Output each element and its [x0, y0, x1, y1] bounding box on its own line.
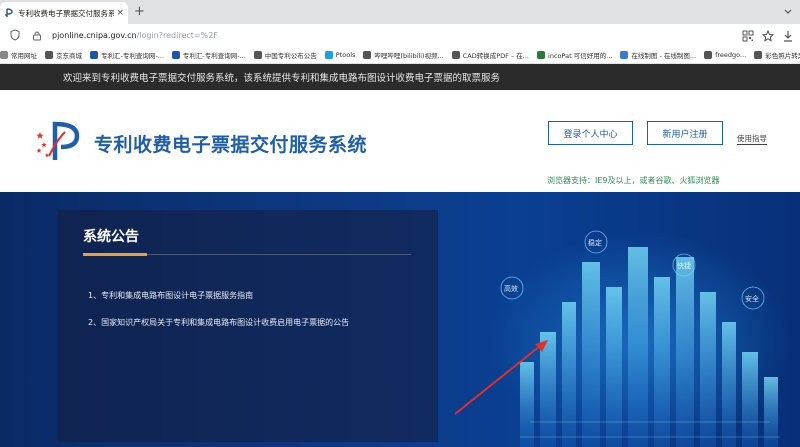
- browser-tab[interactable]: 专利收费电子票据交付服务系统 ×: [0, 2, 128, 24]
- bookmark-item[interactable]: 彩色照片转黑白在线...: [754, 50, 800, 60]
- cnipa-logo: [35, 120, 90, 160]
- announcement-item[interactable]: 1、专利和集成电路布图设计电子票据服务指南: [88, 290, 349, 301]
- bookmark-item[interactable]: 中国专利公布公告: [253, 50, 317, 60]
- announcement-list: 1、专利和集成电路布图设计电子票据服务指南 2、国家知识产权局关于专利和集成电路…: [88, 290, 349, 344]
- download-icon[interactable]: [782, 27, 794, 46]
- bookmark-item[interactable]: incoPat 可信好用的...: [537, 50, 612, 60]
- bookmark-icon: [754, 50, 763, 59]
- browser-tab-bar: 专利收费电子票据交付服务系统 × +: [0, 0, 800, 24]
- bookmark-item[interactable]: 专利汇-专利查询网-...: [171, 50, 246, 60]
- bookmark-label: freedgo...: [715, 50, 747, 59]
- bookmark-icon: [253, 50, 262, 59]
- bookmark-icon: [0, 50, 8, 59]
- url-path: /login?redirect=%2F: [136, 30, 218, 40]
- bookmark-label: 哔哩哔哩(bilibili)视频...: [374, 51, 444, 60]
- bookmark-label: 专利汇-专利查询网-...: [101, 51, 164, 60]
- close-tab-icon[interactable]: ×: [116, 8, 124, 18]
- bookmark-item[interactable]: CAD转换成PDF – 在...: [451, 50, 530, 60]
- announcement-panel: 系统公告 1、专利和集成电路布图设计电子票据服务指南 2、国家知识产权局关于专利…: [58, 210, 438, 442]
- bookmark-label: 常用网址: [11, 51, 37, 60]
- new-tab-button[interactable]: +: [134, 4, 145, 19]
- user-guide-link[interactable]: 使用指导: [737, 133, 767, 145]
- announcement-item[interactable]: 2、国家知识产权局关于专利和集成电路布图设计收费启用电子票据的公告: [88, 317, 349, 328]
- bookmark-label: 在线制图 - 在线制图...: [631, 51, 697, 60]
- qr-code-icon[interactable]: [742, 27, 754, 46]
- secure-tag: 安全: [745, 295, 759, 303]
- fast-tag: 快捷: [677, 262, 691, 270]
- bookmark-label: 彩色照片转黑白在线...: [765, 51, 800, 60]
- bookmark-item[interactable]: 常用网址: [0, 50, 37, 60]
- efficient-tag: 高效: [504, 285, 518, 293]
- lock-icon[interactable]: [30, 28, 44, 42]
- login-button[interactable]: 登录个人中心: [548, 121, 633, 145]
- site-favicon-icon: [4, 8, 14, 18]
- bookmark-label: 中国专利公布公告: [264, 51, 317, 60]
- bookmark-item[interactable]: 在线制图 - 在线制图...: [620, 50, 696, 60]
- site-title: 专利收费电子票据交付服务系统: [94, 134, 368, 156]
- bookmark-icon: [324, 50, 333, 59]
- register-button[interactable]: 新用户注册: [647, 121, 723, 145]
- bookmark-item[interactable]: 哔哩哔哩(bilibili)视频...: [363, 50, 444, 60]
- bookmark-icon: [451, 50, 460, 59]
- bookmark-label: Ptools: [335, 50, 356, 59]
- welcome-notice-bar: 欢迎来到专利收费电子票据交付服务系统，该系统提供专利和集成电路布图设计收费电子票…: [0, 64, 800, 90]
- stable-tag: 稳定: [588, 239, 602, 247]
- bookmark-icon: [45, 50, 53, 59]
- bookmark-icon: [704, 50, 713, 59]
- hero-banner: 高效 稳定 快捷 安全 系统公告 1、专利和集成电路布图设计电子票据服务指南 2…: [0, 192, 800, 447]
- bookmark-item[interactable]: Ptools: [324, 50, 356, 59]
- browser-support-text: 浏览器支持：IE9及以上，或者谷歌、火狐浏览器: [547, 176, 720, 185]
- bookmark-item[interactable]: freedgo...: [704, 50, 747, 59]
- bookmarks-bar: 常用网址 京东商城 专利汇-专利查询网-... 专利汇-专利查询网-... 中国专利公布…: [0, 46, 800, 64]
- bookmark-icon: [363, 50, 372, 59]
- shield-icon[interactable]: [8, 28, 22, 42]
- bookmark-icon: [537, 50, 546, 59]
- announcement-accent-bar: [83, 253, 147, 256]
- announcement-title: 系统公告: [83, 229, 139, 245]
- bookmark-label: 京东商城: [56, 51, 82, 60]
- bookmark-icon: [90, 50, 98, 59]
- star-icon[interactable]: [761, 27, 775, 46]
- tab-title: 专利收费电子票据交付服务系统: [18, 8, 115, 18]
- bookmark-item[interactable]: 专利汇-专利查询网-...: [90, 50, 164, 60]
- site-header: 专利收费电子票据交付服务系统 登录个人中心 新用户注册 使用指导 浏览器支持：I…: [0, 90, 800, 192]
- bookmark-label: CAD转换成PDF – 在...: [462, 51, 530, 60]
- tab-list-icon[interactable]: [782, 5, 794, 17]
- bookmark-icon: [171, 50, 180, 59]
- url-host: pjonline.cnipa.gov.cn: [52, 30, 137, 40]
- bookmark-item[interactable]: 京东商城: [45, 50, 82, 60]
- address-toolbar: pjonline.cnipa.gov.cn/login?redirect=%2F: [0, 24, 800, 46]
- bookmark-label: 专利汇-专利查询网-...: [182, 51, 246, 60]
- address-bar[interactable]: pjonline.cnipa.gov.cn/login?redirect=%2F: [52, 31, 218, 40]
- bookmark-icon: [620, 50, 629, 59]
- bookmark-label: incoPat 可信好用的...: [548, 51, 613, 60]
